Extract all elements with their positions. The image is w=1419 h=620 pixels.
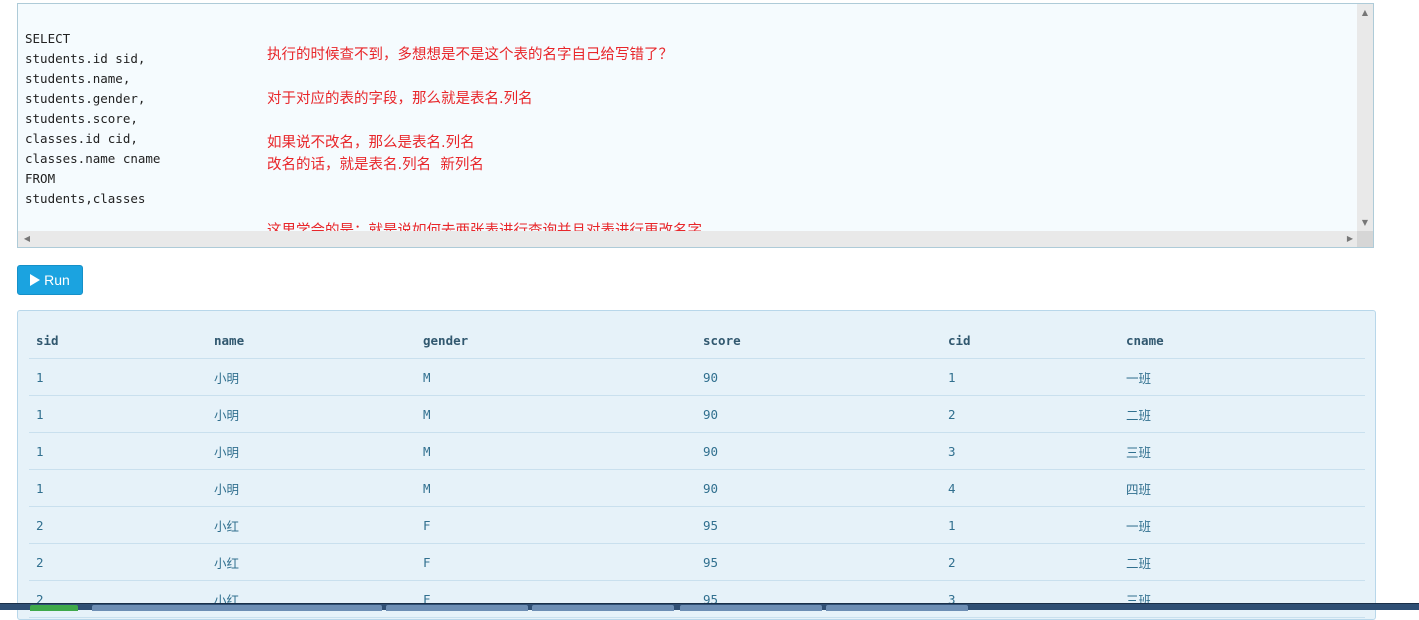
code-line: classes.id cid, xyxy=(25,131,138,146)
column-header: gender xyxy=(416,322,696,359)
table-row: 2 小红 F 95 3 三班 xyxy=(29,580,1365,618)
table-cell: 1 xyxy=(29,358,207,396)
taskbar-item[interactable] xyxy=(826,605,968,611)
taskbar-item[interactable] xyxy=(92,605,382,611)
table-cell: 1 xyxy=(29,395,207,433)
column-header: name xyxy=(207,322,416,359)
code-line: students.name, xyxy=(25,71,131,86)
table-cell: 95 xyxy=(696,506,941,544)
scroll-up-arrow-icon[interactable]: ▲ xyxy=(1357,6,1373,20)
table-cell: M xyxy=(416,395,696,433)
column-header: score xyxy=(696,322,941,359)
table-row: 1 小明 M 90 4 四班 xyxy=(29,469,1365,507)
table-row: 1 小明 M 90 1 一班 xyxy=(29,358,1365,396)
table-cell: 1 xyxy=(941,506,1119,544)
table-cell: 小明 xyxy=(207,469,416,507)
sql-code[interactable]: SELECT students.id sid, students.name, s… xyxy=(25,29,160,209)
table-cell: M xyxy=(416,432,696,470)
results-table: sid name gender score cid cname 1 小明 M 9… xyxy=(29,322,1365,618)
play-icon xyxy=(30,274,41,286)
table-cell: 2 xyxy=(941,543,1119,581)
table-cell: F xyxy=(416,543,696,581)
table-cell: 小明 xyxy=(207,432,416,470)
table-cell: M xyxy=(416,469,696,507)
run-button-label: Run xyxy=(44,272,70,288)
table-row: 1 小明 M 90 2 二班 xyxy=(29,395,1365,433)
scroll-right-arrow-icon[interactable]: ▶ xyxy=(1343,231,1357,247)
scrollbar-corner xyxy=(1357,231,1373,247)
note-text: 改名的话，就是表名.列名 新列名 xyxy=(267,157,484,173)
taskbar-item[interactable] xyxy=(532,605,674,611)
table-header-row: sid name gender score cid cname xyxy=(29,322,1365,359)
scroll-down-arrow-icon[interactable]: ▼ xyxy=(1357,216,1373,230)
table-cell: 90 xyxy=(696,395,941,433)
table-cell: 1 xyxy=(29,432,207,470)
table-cell: 一班 xyxy=(1119,358,1365,396)
vertical-scrollbar[interactable]: ▲ ▼ xyxy=(1357,4,1373,232)
table-cell: M xyxy=(416,358,696,396)
table-cell: 2 xyxy=(29,543,207,581)
table-cell: 小红 xyxy=(207,543,416,581)
column-header: sid xyxy=(29,322,207,359)
horizontal-scrollbar[interactable]: ◀ ▶ xyxy=(18,231,1359,247)
table-cell: 三班 xyxy=(1119,580,1365,618)
note-text: 如果说不改名，那么是表名.列名 xyxy=(267,135,475,151)
table-cell: 2 xyxy=(29,506,207,544)
table-cell: 95 xyxy=(696,543,941,581)
code-line: classes.name cname xyxy=(25,151,161,166)
table-cell: 四班 xyxy=(1119,469,1365,507)
table-cell: 90 xyxy=(696,432,941,470)
table-cell: 2 xyxy=(941,395,1119,433)
note-text: 对于对应的表的字段，那么就是表名.列名 xyxy=(267,91,533,107)
sql-editor[interactable]: SELECT students.id sid, students.name, s… xyxy=(17,3,1374,248)
taskbar-item[interactable] xyxy=(680,605,822,611)
run-button[interactable]: Run xyxy=(17,265,83,295)
os-taskbar xyxy=(0,603,1419,611)
code-line: students,classes xyxy=(25,191,146,206)
code-line: students.gender, xyxy=(25,91,146,106)
table-cell: 小明 xyxy=(207,358,416,396)
code-line: SELECT xyxy=(25,31,71,46)
code-line: students.score, xyxy=(25,111,138,126)
table-cell: 90 xyxy=(696,469,941,507)
table-cell: 小红 xyxy=(207,580,416,618)
table-cell: 2 xyxy=(29,580,207,618)
results-panel: sid name gender score cid cname 1 小明 M 9… xyxy=(17,310,1376,620)
scroll-left-arrow-icon[interactable]: ◀ xyxy=(20,231,34,247)
taskbar-item[interactable] xyxy=(30,605,78,611)
table-cell: 4 xyxy=(941,469,1119,507)
table-row: 1 小明 M 90 3 三班 xyxy=(29,432,1365,470)
table-cell: 3 xyxy=(941,432,1119,470)
table-cell: 二班 xyxy=(1119,543,1365,581)
table-cell: 三班 xyxy=(1119,432,1365,470)
table-cell: 90 xyxy=(696,358,941,396)
table-cell: 1 xyxy=(29,469,207,507)
taskbar-item[interactable] xyxy=(386,605,528,611)
note-text: 执行的时候查不到，多想想是不是这个表的名字自己给写错了？ xyxy=(267,47,673,63)
table-cell: 小明 xyxy=(207,395,416,433)
table-cell: 95 xyxy=(696,580,941,618)
column-header: cname xyxy=(1119,322,1365,359)
code-line: FROM xyxy=(25,171,56,186)
table-cell: 小红 xyxy=(207,506,416,544)
table-cell: 1 xyxy=(941,358,1119,396)
table-cell: F xyxy=(416,580,696,618)
table-cell: 一班 xyxy=(1119,506,1365,544)
table-row: 2 小红 F 95 1 一班 xyxy=(29,506,1365,544)
column-header: cid xyxy=(941,322,1119,359)
table-cell: F xyxy=(416,506,696,544)
table-row: 2 小红 F 95 2 二班 xyxy=(29,543,1365,581)
table-cell: 二班 xyxy=(1119,395,1365,433)
table-cell: 3 xyxy=(941,580,1119,618)
code-line: students.id sid, xyxy=(25,51,146,66)
